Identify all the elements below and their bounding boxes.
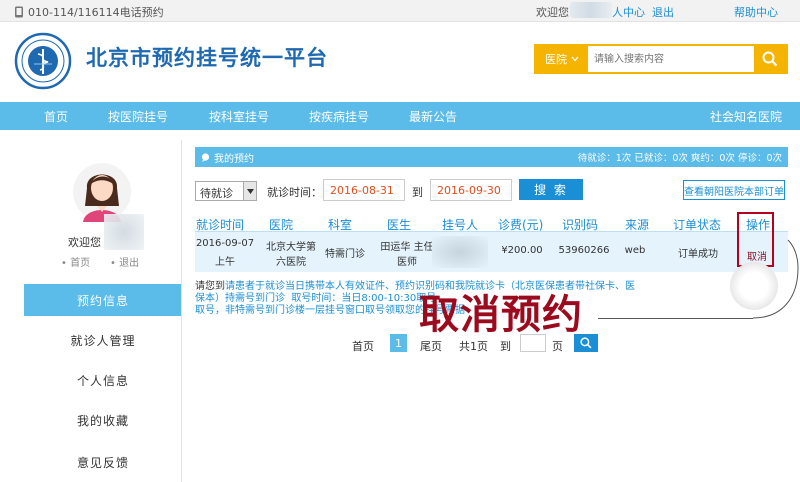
health-commission-logo[interactable] <box>14 32 72 90</box>
phone-info: 010-114/116114电话预约 <box>14 4 164 20</box>
site-header: 北京市预约挂号统一平台 医院 <box>0 22 800 100</box>
site-title: 北京市预约挂号统一平台 <box>86 46 328 70</box>
notice-prefix: 请您到 <box>195 281 225 292</box>
sidebar-item-favorites[interactable]: 我的收藏 <box>24 404 182 436</box>
panel-title: 我的预约 <box>214 154 254 165</box>
profile-home-label: 首页 <box>70 258 91 269</box>
cell-code: 53960266 <box>558 245 610 256</box>
search-icon <box>762 51 778 67</box>
cell-fee: ¥200.00 <box>501 245 543 256</box>
user-center-link[interactable]: 人中心 <box>612 4 645 20</box>
status-select[interactable]: 待就诊 <box>195 181 257 201</box>
top-utility-bar: 010-114/116114电话预约 欢迎您 人中心 退出 帮助中心 <box>0 0 800 22</box>
profile-exit-label: 退出 <box>119 258 140 269</box>
topbar-welcome: 欢迎您 <box>536 6 569 19</box>
table-row: 2016-09-07 上午 北京大学第 六医院 特需门诊 田运华 主任 医师 ¥… <box>195 232 788 272</box>
filter-bar: 待就诊 就诊时间： 2016-08-31 到 2016-09-30 搜 索 查看… <box>195 178 788 202</box>
phone-text: 010-114/116114电话预约 <box>28 6 164 19</box>
cell-order-status: 订单成功 <box>678 249 718 260</box>
profile-welcome: 欢迎您 <box>68 236 101 249</box>
user-profile-card: 欢迎您 • 首页 • 退出 <box>24 150 182 272</box>
pager-first[interactable]: 首页 <box>352 338 374 354</box>
pager-last[interactable]: 尾页 <box>420 338 442 354</box>
cell-period: 上午 <box>215 257 235 268</box>
chevron-down-icon <box>243 182 256 200</box>
pager-go-button[interactable] <box>574 334 598 352</box>
nav-by-disease[interactable]: 按疾病挂号 <box>309 108 369 125</box>
sidebar-item-patients[interactable]: 就诊人管理 <box>24 324 182 356</box>
nav-famous-hospitals[interactable]: 社会知名医院 <box>710 108 782 125</box>
nav-by-department[interactable]: 按科室挂号 <box>209 108 269 125</box>
visit-time-label: 就诊时间： <box>267 186 322 199</box>
search-bar: 医院 <box>534 44 788 74</box>
pager-page-unit: 页 <box>552 340 563 353</box>
cell-date: 2016-09-07 <box>195 238 255 249</box>
cell-source: web <box>624 245 646 256</box>
pager-page-input[interactable] <box>520 334 546 352</box>
nav-by-hospital[interactable]: 按医院挂号 <box>108 108 168 125</box>
bubble-icon <box>201 153 210 162</box>
sidebar-item-appointments[interactable]: 预约信息 <box>24 284 182 316</box>
phone-icon <box>15 6 23 18</box>
appointment-stats: 待就诊：1次 已就诊：0次 爽约：0次 停诊：0次 <box>577 153 782 164</box>
help-center-link[interactable]: 帮助中心 <box>734 4 778 20</box>
chevron-down-icon <box>571 56 579 62</box>
notice-time: 取号时间：当日8:00-10:30取号 <box>291 293 437 304</box>
date-to-input[interactable]: 2016-09-30 <box>430 179 512 201</box>
sidebar-item-personal-info[interactable]: 个人信息 <box>24 364 182 396</box>
nav-home[interactable]: 首页 <box>44 108 68 125</box>
profile-exit-link[interactable]: • 退出 <box>110 254 139 269</box>
nav-announcements[interactable]: 最新公告 <box>409 108 457 125</box>
click-indicator <box>730 262 778 310</box>
search-scope-dropdown[interactable]: 医院 <box>536 46 588 72</box>
logout-link[interactable]: 退出 <box>652 4 674 20</box>
cancel-appointment-annotation: 取消预约 <box>419 292 583 338</box>
search-input[interactable] <box>588 46 754 72</box>
pager-total: 共1页 <box>459 340 488 353</box>
main-nav: 首页 按医院挂号 按科室挂号 按疾病挂号 最新公告 社会知名医院 <box>0 102 800 130</box>
date-range-to: 到 <box>412 186 423 199</box>
search-scope-label: 医院 <box>545 53 567 66</box>
blurred-registrant <box>432 236 488 268</box>
blurred-username <box>104 214 144 250</box>
callout-line <box>598 318 753 319</box>
table-header: 就诊时间 医院 科室 医生 挂号人 诊费(元) 识别码 来源 订单状态 操作 <box>195 215 788 232</box>
sidebar-item-feedback[interactable]: 意见反馈 <box>24 446 182 478</box>
query-button[interactable]: 搜 索 <box>519 179 583 200</box>
panel-title-wrap: 我的预约 <box>201 150 254 165</box>
sidebar-divider <box>181 140 182 482</box>
pager-current-page[interactable]: 1 <box>390 334 407 352</box>
search-button[interactable] <box>754 46 786 72</box>
appointments-panel-header: 我的预约 待就诊：1次 已就诊：0次 爽约：0次 停诊：0次 <box>195 147 788 167</box>
chaoyang-orders-button[interactable]: 查看朝阳医院本部订单 <box>683 180 785 200</box>
search-icon <box>580 337 592 349</box>
avatar <box>73 163 131 222</box>
profile-home-link[interactable]: • 首页 <box>61 254 90 269</box>
pager-goto-label: 到 <box>500 340 511 353</box>
status-select-value: 待就诊 <box>200 187 233 200</box>
date-from-input[interactable]: 2016-08-31 <box>323 179 405 201</box>
blurred-username <box>570 2 612 18</box>
